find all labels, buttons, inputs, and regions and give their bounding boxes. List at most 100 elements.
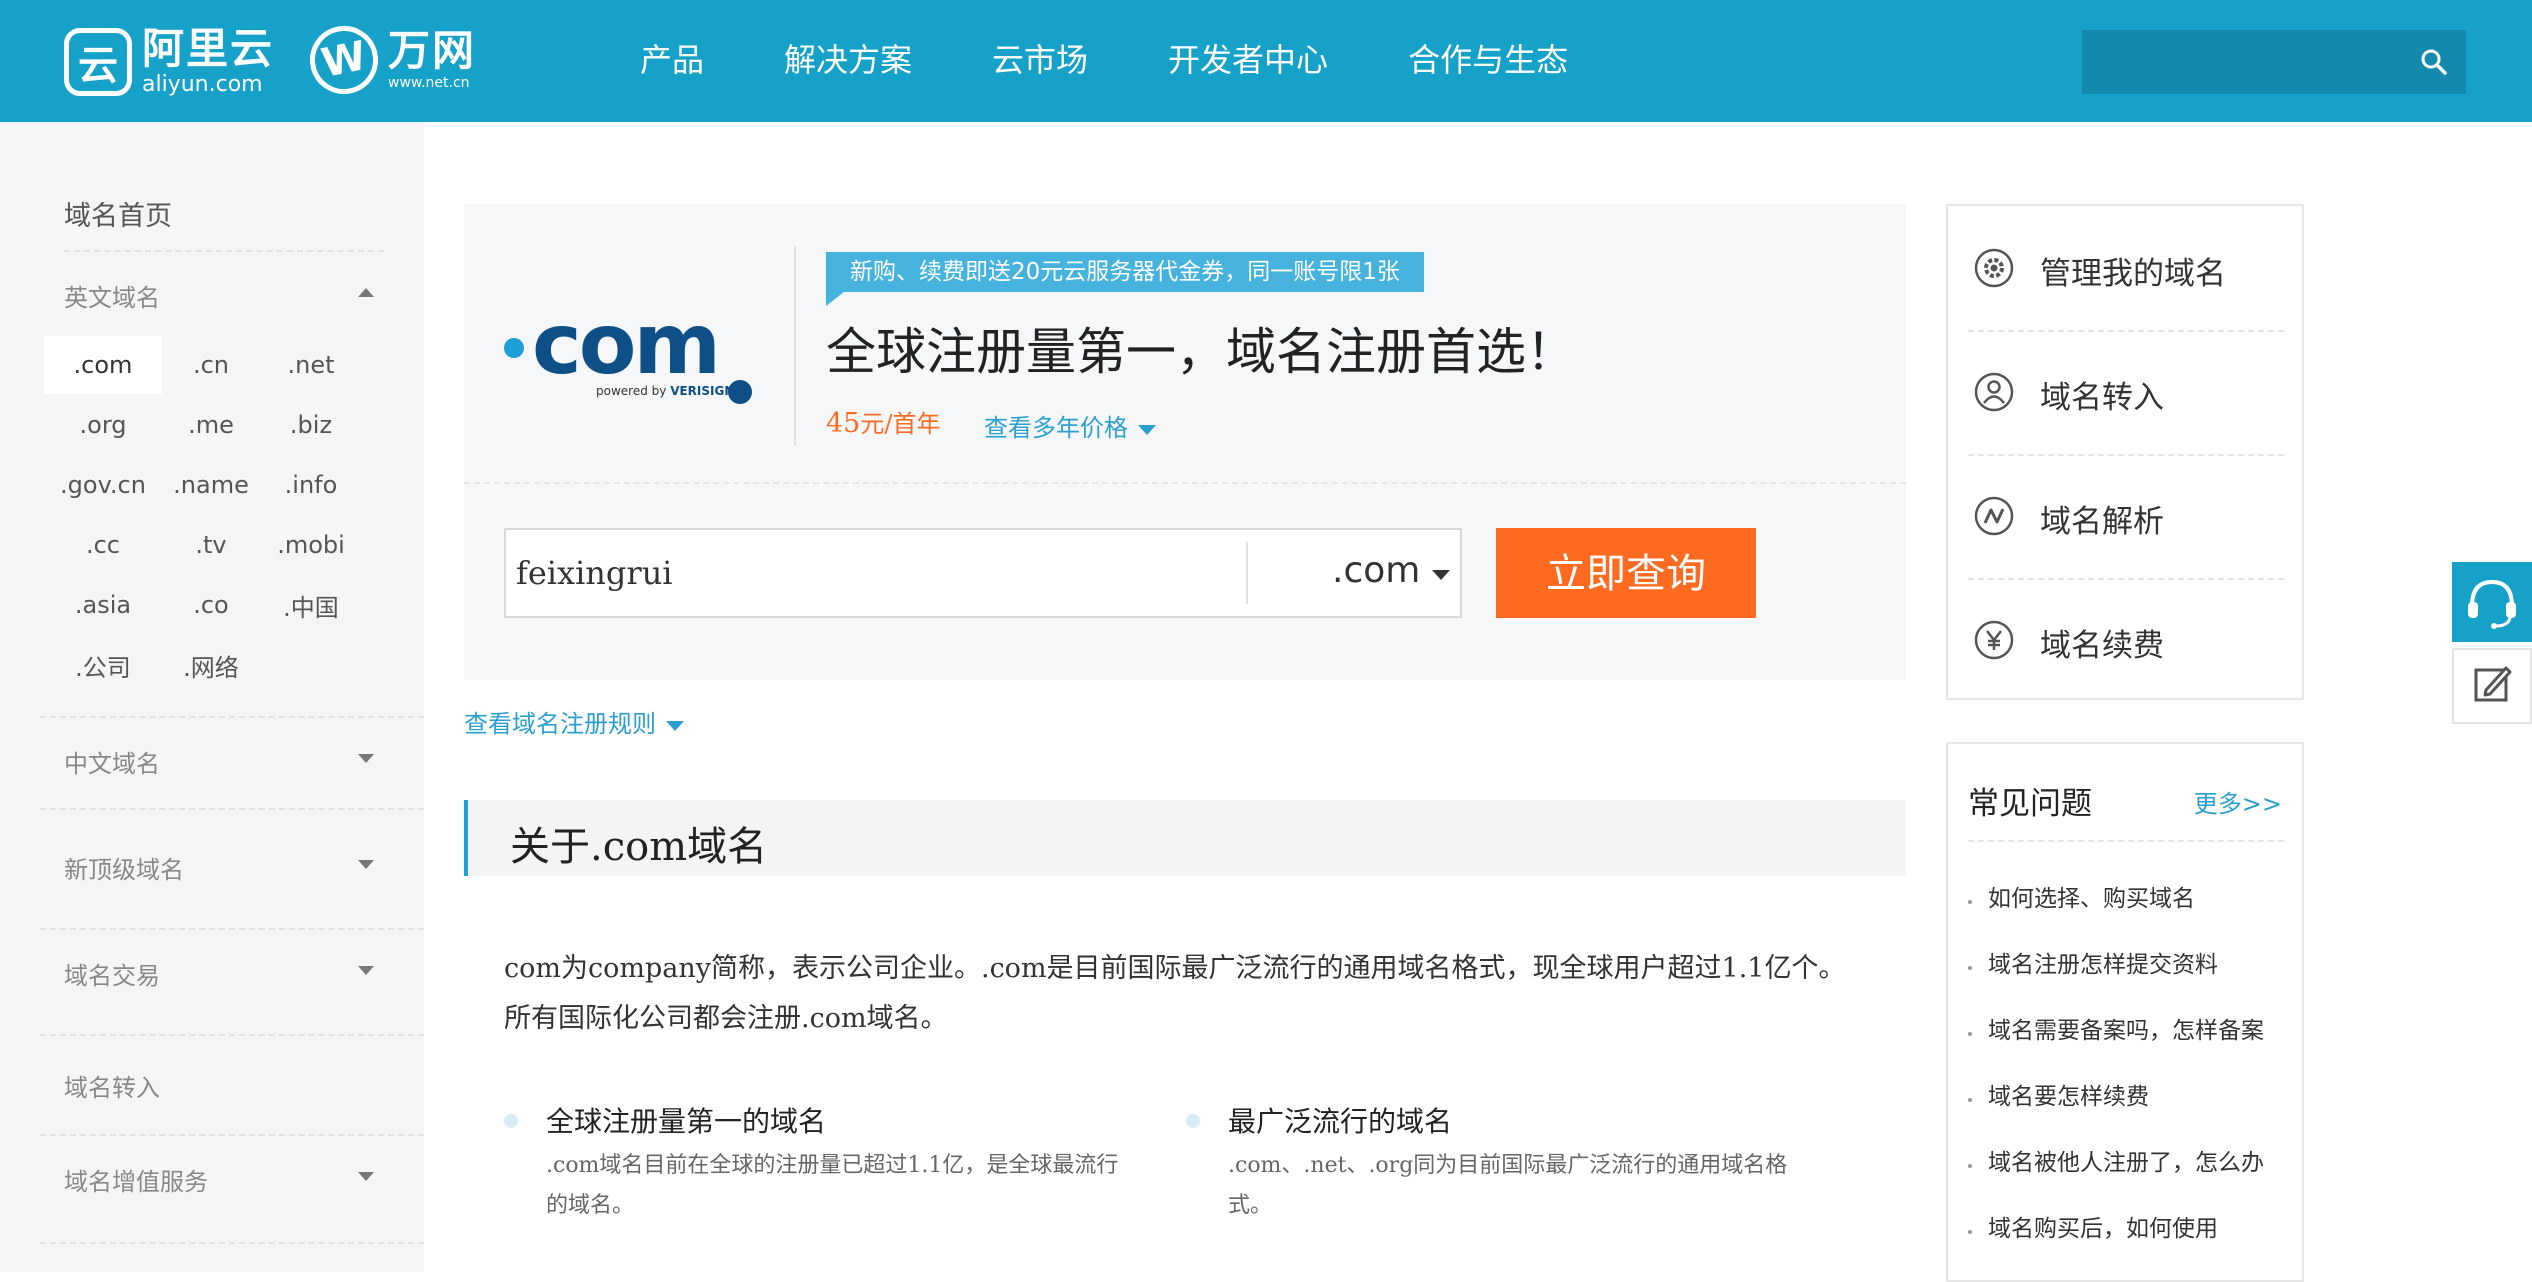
verisign-icon xyxy=(728,380,752,404)
sidebar-home[interactable]: 域名首页 xyxy=(64,194,172,233)
nav-partners[interactable]: 合作与生态 xyxy=(1408,38,1568,82)
divider xyxy=(1968,330,2284,332)
divider xyxy=(40,716,424,718)
tld-name[interactable]: .name xyxy=(162,456,260,514)
faq-panel: 常见问题 更多>> 如何选择、购买域名 域名注册怎样提交资料 域名需要备案吗，怎… xyxy=(1946,742,2304,1282)
about-title: 关于.com域名 xyxy=(510,824,768,870)
tld-zhongguo[interactable]: .中国 xyxy=(260,576,362,634)
price-value: 45 xyxy=(826,408,861,439)
aliyun-logo[interactable]: 云 阿里云 aliyun.com xyxy=(64,24,274,100)
edit-icon xyxy=(2474,666,2512,702)
faq-item[interactable]: 域名需要备案吗，怎样备案 xyxy=(1968,998,2298,1064)
domain-name-input[interactable] xyxy=(506,530,1246,616)
customer-service-button[interactable] xyxy=(2452,562,2532,642)
tld-wangluo[interactable]: .网络 xyxy=(162,636,260,694)
divider xyxy=(1968,578,2284,580)
resolve-icon xyxy=(1974,496,2014,536)
tld-biz[interactable]: .biz xyxy=(260,396,362,454)
wanwang-logo[interactable]: W 万网 www.net.cn xyxy=(303,19,477,101)
expand-icon xyxy=(358,860,374,869)
feature-title: 最广泛流行的域名 xyxy=(1228,1105,1453,1138)
faq-item[interactable]: 域名购买后，如何使用 xyxy=(1968,1196,2298,1262)
manage-domain-resolve[interactable]: 域名解析 xyxy=(1974,466,2284,566)
about-description: com为company简称，表示公司企业。.com是目前国际最广泛流行的通用域名… xyxy=(504,953,1846,1034)
manage-item-label: 域名转入 xyxy=(2040,380,2164,416)
nav-marketplace[interactable]: 云市场 xyxy=(992,38,1088,82)
divider xyxy=(40,1034,424,1036)
nav-products[interactable]: 产品 xyxy=(640,38,704,82)
collapse-icon xyxy=(358,288,374,297)
header-search xyxy=(2082,30,2466,94)
faq-item[interactable]: 域名要怎样续费 xyxy=(1968,1064,2298,1130)
tld-cn[interactable]: .cn xyxy=(162,336,260,394)
domain-manage-panel: 管理我的域名 域名转入 域名解析 域名续费 xyxy=(1946,204,2304,700)
tld-me[interactable]: .me xyxy=(162,396,260,454)
suffix-selected: .com xyxy=(1332,550,1421,591)
tld-gov-cn[interactable]: .gov.cn xyxy=(44,456,162,514)
sidebar-english-domains[interactable]: 英文域名 xyxy=(64,278,374,313)
promo-banner: 新购、续费即送20元云服务器代金券，同一账号限1张 xyxy=(826,252,1424,306)
faq-list: 如何选择、购买域名 域名注册怎样提交资料 域名需要备案吗，怎样备案 域名要怎样续… xyxy=(1968,866,2298,1262)
faq-more-link[interactable]: 更多>> xyxy=(2194,784,2282,819)
tld-com[interactable]: .com xyxy=(44,336,162,394)
divider xyxy=(40,1134,424,1136)
tld-info[interactable]: .info xyxy=(260,456,362,514)
chevron-down-icon xyxy=(1432,570,1450,580)
manage-domain-renew[interactable]: 域名续费 xyxy=(1974,590,2284,690)
suffix-select[interactable]: .com xyxy=(1266,530,1462,616)
search-icon[interactable] xyxy=(2420,48,2448,76)
domain-query-box: .com xyxy=(504,528,1462,618)
sidebar-value-added[interactable]: 域名增值服务 xyxy=(64,1162,374,1197)
tld-co[interactable]: .co xyxy=(162,576,260,634)
wanwang-brand-name: 万网 xyxy=(388,26,477,75)
query-button[interactable]: 立即查询 xyxy=(1496,528,1756,618)
logo-dot xyxy=(504,338,524,358)
chevron-down-icon xyxy=(666,720,684,731)
left-sidebar: 域名首页 英文域名 .com .cn .net .org .me .biz .g… xyxy=(0,122,424,1272)
tld-list: .com .cn .net .org .me .biz .gov.cn .nam… xyxy=(44,336,404,696)
tld-net[interactable]: .net xyxy=(260,336,362,394)
tld-tv[interactable]: .tv xyxy=(162,516,260,574)
feature-body: .com域名目前在全球的注册量已超过1.1亿，是全球最流行的域名。 xyxy=(546,1153,1119,1218)
multi-year-price-link[interactable]: 查看多年价格 xyxy=(984,408,1156,443)
nav-developer[interactable]: 开发者中心 xyxy=(1168,38,1328,82)
bullet-icon xyxy=(504,1114,518,1128)
divider xyxy=(464,482,1906,484)
tld-cc[interactable]: .cc xyxy=(44,516,162,574)
tld-org[interactable]: .org xyxy=(44,396,162,454)
faq-item[interactable]: 域名被他人注册了，怎么办 xyxy=(1968,1130,2298,1196)
sidebar-chinese-domains[interactable]: 中文域名 xyxy=(64,744,374,779)
sidebar-section-label: 中文域名 xyxy=(64,750,160,778)
nav-solutions[interactable]: 解决方案 xyxy=(784,38,912,82)
sidebar-domain-transfer[interactable]: 域名转入 xyxy=(64,1068,374,1103)
feedback-button[interactable] xyxy=(2452,648,2532,724)
feature-body: .com、.net、.org同为目前国际最广泛流行的通用域名格式。 xyxy=(1228,1153,1788,1218)
faq-item[interactable]: 如何选择、购买域名 xyxy=(1968,866,2298,932)
product-headline: 全球注册量第一，域名注册首选！ xyxy=(826,323,1576,381)
sidebar-section-label: 域名增值服务 xyxy=(64,1168,208,1196)
bullet-icon xyxy=(1186,1114,1200,1128)
sidebar-new-gtld[interactable]: 新顶级域名 xyxy=(64,850,374,885)
manage-item-label: 域名续费 xyxy=(2040,628,2164,664)
registration-rules-link[interactable]: 查看域名注册规则 xyxy=(464,704,684,739)
price: 45元/首年 xyxy=(826,404,940,439)
divider xyxy=(40,928,424,930)
tld-asia[interactable]: .asia xyxy=(44,576,162,634)
aliyun-logo-icon: 云 xyxy=(64,28,132,96)
sidebar-domain-trade[interactable]: 域名交易 xyxy=(64,956,374,991)
divider xyxy=(40,808,424,810)
manage-my-domains[interactable]: 管理我的域名 xyxy=(1974,218,2284,318)
manage-item-label: 管理我的域名 xyxy=(2040,256,2226,292)
faq-item[interactable]: 域名注册怎样提交资料 xyxy=(1968,932,2298,998)
divider xyxy=(1968,454,2284,456)
expand-icon xyxy=(358,966,374,975)
com-logo-powered: powered by VERISIGN xyxy=(596,384,735,398)
tld-mobi[interactable]: .mobi xyxy=(260,516,362,574)
header-search-input[interactable] xyxy=(2082,30,2402,94)
yen-icon xyxy=(1974,620,2014,660)
manage-domain-transfer[interactable]: 域名转入 xyxy=(1974,342,2284,442)
tld-gongsi[interactable]: .公司 xyxy=(44,636,162,694)
com-logo: com powered by VERISIGN xyxy=(504,302,764,404)
aliyun-brand-name: 阿里云 xyxy=(142,24,275,73)
wanwang-brand-domain: www.net.cn xyxy=(388,75,470,91)
